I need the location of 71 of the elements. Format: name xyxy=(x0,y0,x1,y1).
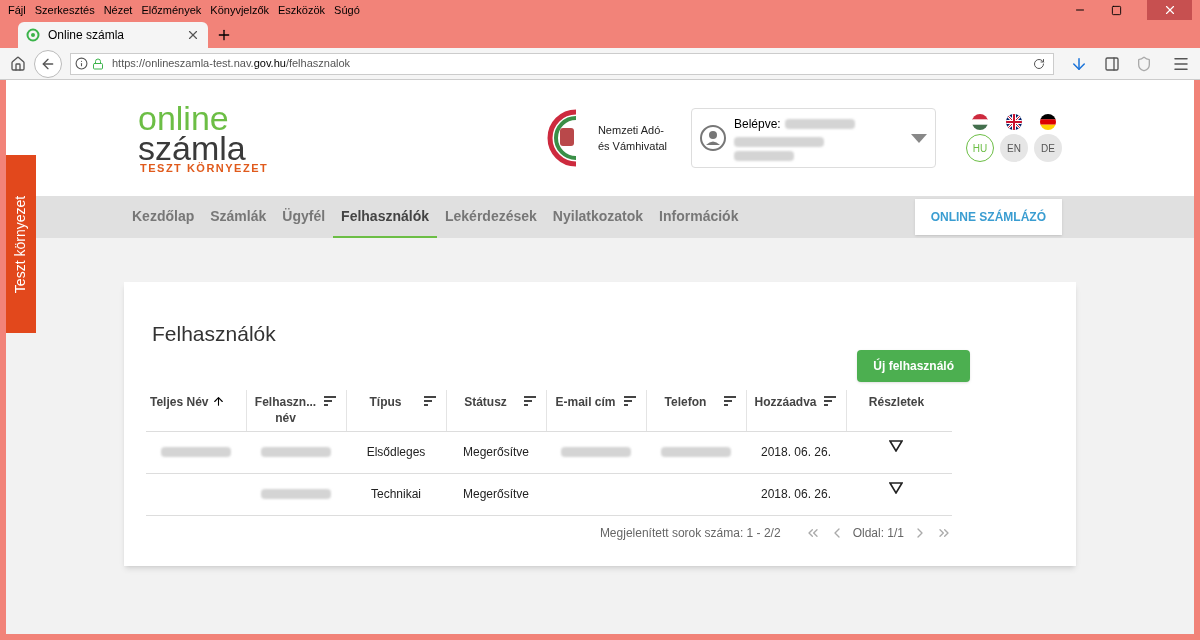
redacted-text xyxy=(661,447,731,457)
language-button[interactable]: EN xyxy=(1000,134,1028,162)
card-title: Felhasználók xyxy=(152,321,277,347)
redacted-text xyxy=(561,447,631,457)
redacted-text xyxy=(261,489,331,499)
nav-tab[interactable]: Felhasználók xyxy=(333,196,437,238)
rows-count-text: Megjelenített sorok száma: 1 - 2/2 xyxy=(599,524,781,542)
back-button[interactable] xyxy=(34,49,62,78)
flag-icon xyxy=(1006,114,1022,130)
column-header[interactable]: Státusz xyxy=(451,393,520,410)
page-indicator: Oldal: 1/1 xyxy=(852,524,904,542)
redacted-text xyxy=(734,151,794,161)
table-cell-text: 2018. 06. 26. xyxy=(760,486,832,503)
logo-text: számla xyxy=(138,132,246,163)
sort-arrow-icon[interactable] xyxy=(212,394,226,408)
logo-text: online xyxy=(138,102,229,133)
new-tab-icon[interactable] xyxy=(216,27,232,43)
sidebar-icon[interactable] xyxy=(1104,55,1120,72)
menu-item[interactable]: Könyvjelzők xyxy=(210,1,270,19)
agency-name: Nemzeti Adó- xyxy=(597,122,665,138)
logo-subtitle: TESZT KÖRNYEZET xyxy=(140,162,269,174)
menu-item[interactable]: Szerkesztés xyxy=(34,1,95,19)
agency-name: és Vámhivatal xyxy=(597,139,667,154)
menu-item[interactable]: Fájl xyxy=(8,1,26,19)
user-box[interactable]: Belépve: xyxy=(691,108,936,168)
user-label: Belépve: xyxy=(734,116,781,133)
browser-tab[interactable]: Online számla xyxy=(18,22,208,48)
table-cell-text: 2018. 06. 26. xyxy=(760,444,832,461)
caret-icon[interactable] xyxy=(911,133,927,143)
site-icon xyxy=(26,28,40,42)
close-tab-icon[interactable] xyxy=(186,28,200,42)
flag-icon xyxy=(1040,114,1056,130)
column-header[interactable]: Telefon xyxy=(651,393,720,410)
menu-item[interactable]: Nézet xyxy=(103,1,133,19)
user-icon xyxy=(700,125,726,151)
lock-icon xyxy=(92,57,104,70)
redacted-text xyxy=(784,119,855,129)
flag-icon xyxy=(972,114,988,130)
table-cell-text: Technikai xyxy=(371,486,421,503)
tab-title: Online számla xyxy=(48,27,126,44)
side-tab-label: Teszt környezet xyxy=(11,195,30,293)
column-header[interactable]: Felhaszn... név xyxy=(251,393,320,426)
sort-icon[interactable] xyxy=(724,395,736,406)
sort-icon[interactable] xyxy=(324,395,336,406)
expand-icon[interactable] xyxy=(889,482,903,494)
menu-item[interactable]: Előzmények xyxy=(141,1,202,19)
column-header[interactable]: Hozzáadva xyxy=(751,393,820,410)
table-cell-text: Megerősítve xyxy=(463,486,529,503)
column-header[interactable]: Részletek xyxy=(851,393,942,410)
sort-icon[interactable] xyxy=(424,395,436,406)
sort-icon[interactable] xyxy=(624,395,636,406)
reload-icon[interactable] xyxy=(1033,57,1045,70)
column-header[interactable]: Teljes Név xyxy=(150,393,209,410)
redacted-text xyxy=(161,447,231,457)
sort-icon[interactable] xyxy=(524,395,536,406)
redacted-text xyxy=(261,447,331,457)
maximize-icon[interactable] xyxy=(1111,4,1122,16)
url-text: https://onlineszamla-test.nav.gov.hu/felhasznalok xyxy=(112,56,352,72)
column-header[interactable]: E-mail cím xyxy=(551,393,620,410)
info-icon xyxy=(75,57,88,70)
expand-icon[interactable] xyxy=(889,440,903,452)
menu-item[interactable]: Súgó xyxy=(334,1,360,19)
language-button[interactable]: DE xyxy=(1034,134,1062,162)
sort-icon[interactable] xyxy=(824,395,836,406)
table-cell-text: Megerősítve xyxy=(463,444,529,461)
address-bar[interactable]: https://onlineszamla-test.nav.gov.hu/felhasznalok xyxy=(70,52,1054,75)
menu-item[interactable]: Eszközök xyxy=(278,1,326,19)
table-cell-text: Elsődleges xyxy=(366,444,426,461)
home-icon[interactable] xyxy=(10,55,26,72)
column-header[interactable]: Típus xyxy=(351,393,420,410)
environment-side-tab[interactable]: Teszt környezet xyxy=(6,155,36,333)
